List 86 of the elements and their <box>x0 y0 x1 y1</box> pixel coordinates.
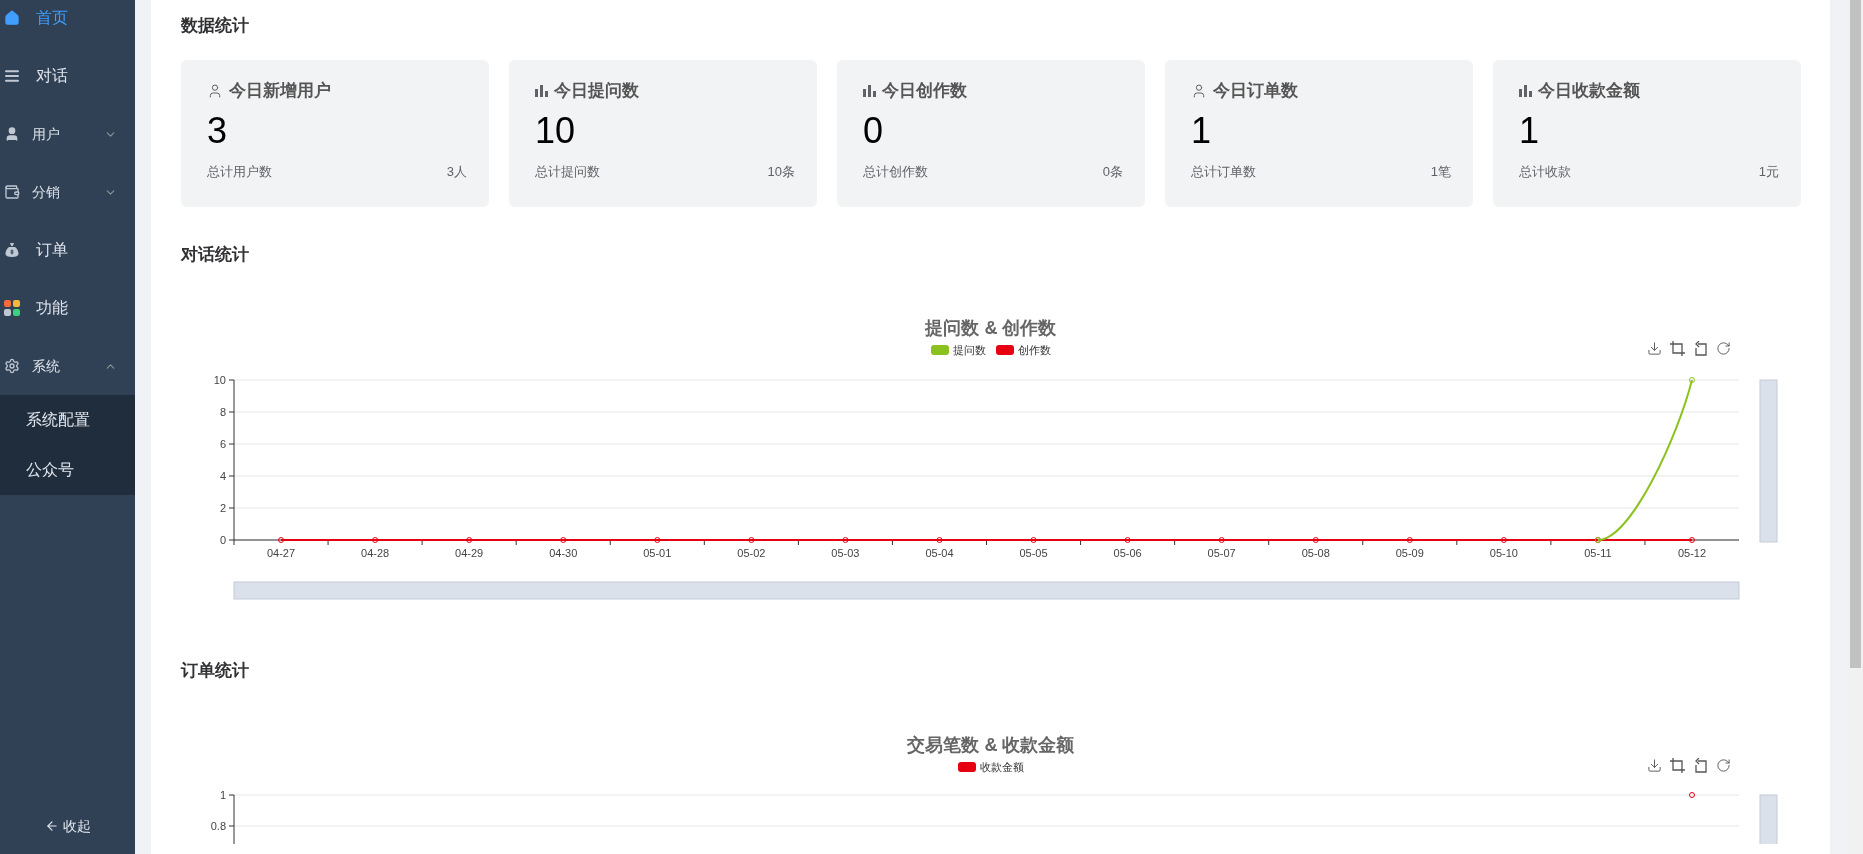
x-tick-label: 04-30 <box>549 547 578 559</box>
legend-item[interactable]: 创作数 <box>996 341 1051 359</box>
refresh-icon[interactable] <box>1716 758 1731 773</box>
crop-icon[interactable] <box>1670 341 1685 356</box>
legend-item[interactable]: 收款金额 <box>958 758 1024 776</box>
card-footer-label: 总计提问数 <box>535 163 600 181</box>
sidebar-item[interactable]: 用户 <box>0 105 135 163</box>
money-bag-icon <box>4 242 20 258</box>
menu-icon <box>4 68 20 84</box>
x-tick-label: 05-04 <box>925 547 954 559</box>
chart-title: 提问数 & 创作数 <box>925 317 1057 340</box>
card-value: 0 <box>863 109 884 153</box>
vertical-zoom-slider[interactable] <box>1759 379 1778 543</box>
card-title: 今日新增用户 <box>229 80 331 103</box>
bar-chart-icon <box>535 85 548 97</box>
card-value: 3 <box>207 109 228 153</box>
x-tick-label: 05-05 <box>1019 547 1048 559</box>
user-icon <box>4 126 20 142</box>
bar-chart-icon <box>1519 85 1532 97</box>
x-tick-label: 04-28 <box>361 547 390 559</box>
settings-icon <box>4 358 20 374</box>
submenu-item[interactable]: 公众号 <box>0 445 135 495</box>
x-tick-label: 05-12 <box>1677 547 1707 559</box>
download-icon[interactable] <box>1647 758 1662 773</box>
card-footer-value: 10条 <box>767 163 795 181</box>
submenu-item[interactable]: 系统配置 <box>0 395 135 445</box>
download-icon[interactable] <box>1647 341 1662 356</box>
sidebar-item[interactable]: 分销 <box>0 163 135 221</box>
card-footer-value: 1笔 <box>1430 163 1451 181</box>
sidebar-item[interactable]: 订单 <box>0 221 135 279</box>
x-tick-label: 05-11 <box>1584 547 1612 559</box>
x-tick-label: 05-07 <box>1207 547 1236 559</box>
user-icon <box>207 83 223 99</box>
crop-icon[interactable] <box>1670 758 1685 773</box>
card-footer-label: 总计收款 <box>1519 163 1571 181</box>
x-tick-label: 05-10 <box>1489 547 1518 559</box>
card-footer-label: 总计用户数 <box>207 163 272 181</box>
x-tick-label: 04-29 <box>455 547 484 559</box>
y-tick-label: 4 <box>219 470 226 482</box>
back-icon[interactable] <box>1693 758 1708 773</box>
y-tick-label: 10 <box>213 374 226 386</box>
x-tick-label: 05-08 <box>1301 547 1330 559</box>
card-title: 今日创作数 <box>882 80 967 103</box>
colored-tiles-icon <box>4 300 20 316</box>
horizontal-zoom-slider[interactable] <box>233 581 1740 600</box>
y-tick-label: 2 <box>219 502 226 514</box>
card-value: 1 <box>1519 109 1540 153</box>
sidebar-item[interactable]: 首页 <box>0 0 135 47</box>
wallet-icon <box>4 184 20 200</box>
y-tick-label: 1 <box>219 789 226 801</box>
y-tick-label: 0.8 <box>210 820 226 832</box>
x-tick-label: 05-02 <box>737 547 766 559</box>
card-footer-value: 0条 <box>1102 163 1123 181</box>
card-value: 1 <box>1191 109 1212 153</box>
y-tick-label: 6 <box>219 438 226 450</box>
user-icon <box>1191 83 1207 99</box>
section-title: 对话统计 <box>181 244 249 266</box>
y-tick-label: 8 <box>219 406 226 418</box>
bar-chart-icon <box>863 85 876 97</box>
x-tick-label: 04-27 <box>266 547 296 559</box>
collapse-button[interactable]: 收起 <box>0 814 135 838</box>
card-footer-value: 3人 <box>446 163 467 181</box>
card-footer-label: 总计创作数 <box>863 163 928 181</box>
x-tick-label: 05-01 <box>643 547 672 559</box>
refresh-icon[interactable] <box>1716 341 1731 356</box>
card-title: 今日订单数 <box>1213 80 1298 103</box>
section-title: 订单统计 <box>181 660 249 682</box>
card-value: 10 <box>535 109 576 153</box>
section-title: 数据统计 <box>181 15 249 37</box>
legend-item[interactable]: 提问数 <box>931 341 986 359</box>
sidebar-item[interactable]: 功能 <box>0 279 135 337</box>
x-tick-label: 05-09 <box>1395 547 1424 559</box>
sidebar-item[interactable]: 对话 <box>0 47 135 105</box>
scrollbar[interactable] <box>1848 0 1863 854</box>
y-tick-label: 0 <box>219 534 226 546</box>
home-icon <box>4 10 20 26</box>
card-title: 今日提问数 <box>554 80 639 103</box>
chart-title: 交易笔数 & 收款金额 <box>907 734 1075 757</box>
card-footer-label: 总计订单数 <box>1191 163 1256 181</box>
x-tick-label: 05-03 <box>831 547 860 559</box>
card-footer-value: 1元 <box>1758 163 1779 181</box>
sidebar-item[interactable]: 系统 <box>0 337 135 395</box>
card-title: 今日收款金额 <box>1538 80 1640 103</box>
x-tick-label: 05-06 <box>1113 547 1142 559</box>
vertical-zoom-slider[interactable] <box>1759 794 1778 844</box>
back-icon[interactable] <box>1693 341 1708 356</box>
